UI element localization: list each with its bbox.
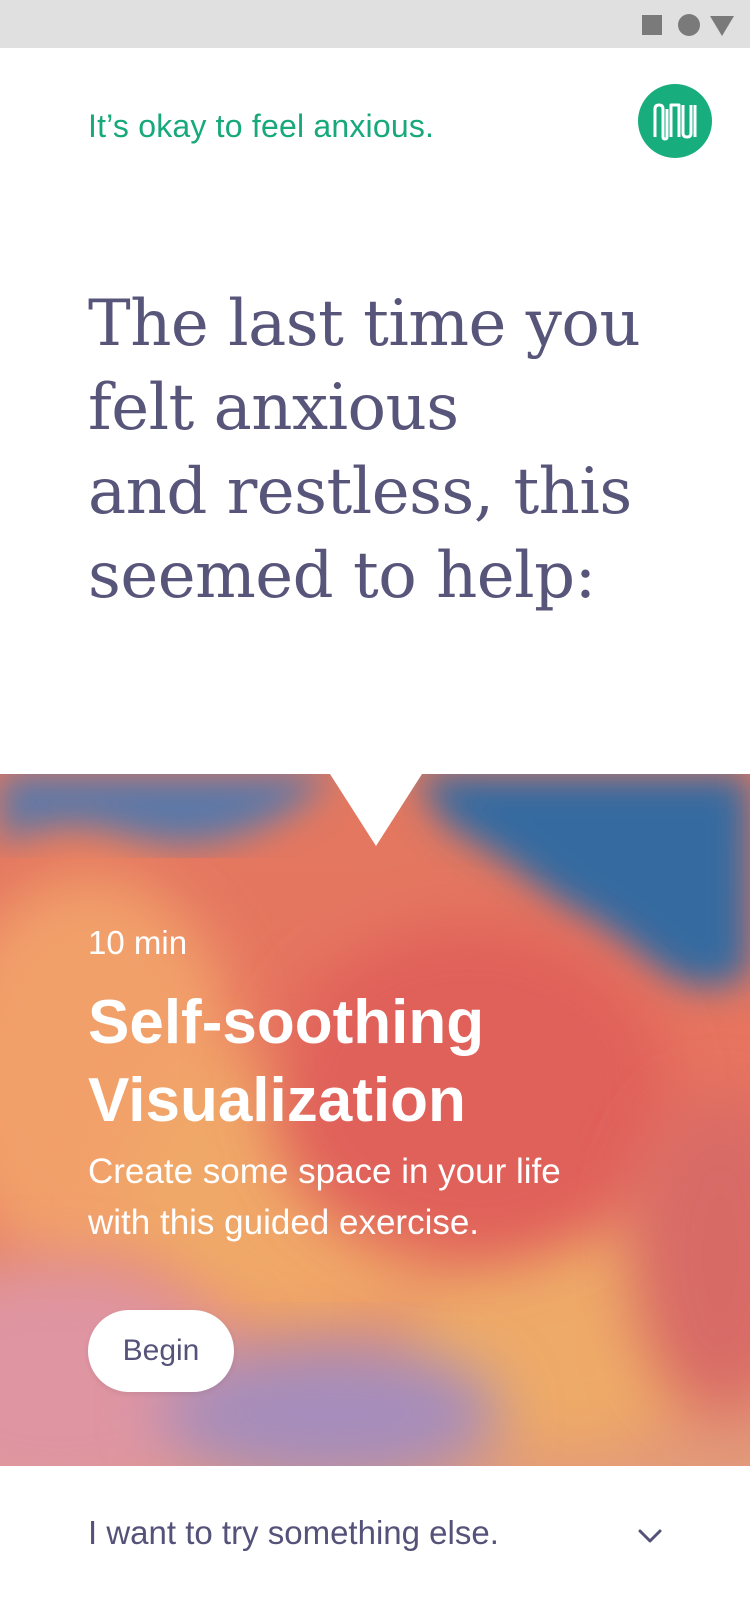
title-line: Visualization (88, 1066, 466, 1135)
title-line: Self-soothing (88, 988, 485, 1057)
prompt-headline: The last time you felt anxious and restl… (88, 282, 678, 618)
status-bar (0, 0, 750, 48)
exercise-description: Create some space in your life with this… (88, 1146, 668, 1248)
try-something-else-label: I want to try something else. (88, 1514, 499, 1551)
headline-line: felt anxious (88, 371, 459, 445)
headline-line: seemed to help: (88, 539, 596, 613)
description-line: with this guided exercise. (88, 1203, 480, 1242)
description-line: Create some space in your life (88, 1152, 561, 1191)
duration-label: 10 min (88, 924, 188, 961)
chevron-down-icon[interactable] (636, 1522, 664, 1550)
exercise-card[interactable]: 10 min Self-soothing Visualization Creat… (0, 774, 750, 1466)
headline-line: and restless, this (88, 455, 632, 529)
logo-mark (653, 103, 697, 141)
try-something-else-row[interactable]: I want to try something else. (0, 1466, 750, 1600)
tagline: It’s okay to feel anxious. (88, 108, 435, 144)
headline-line: The last time you (88, 287, 641, 361)
begin-button[interactable]: Begin (88, 1310, 234, 1392)
circle-icon (678, 14, 700, 36)
app-logo-icon[interactable] (638, 84, 712, 158)
square-icon (642, 15, 662, 35)
triangle-icon (710, 16, 734, 36)
card-notch (330, 774, 422, 846)
exercise-title: Self-soothing Visualization (88, 984, 688, 1140)
